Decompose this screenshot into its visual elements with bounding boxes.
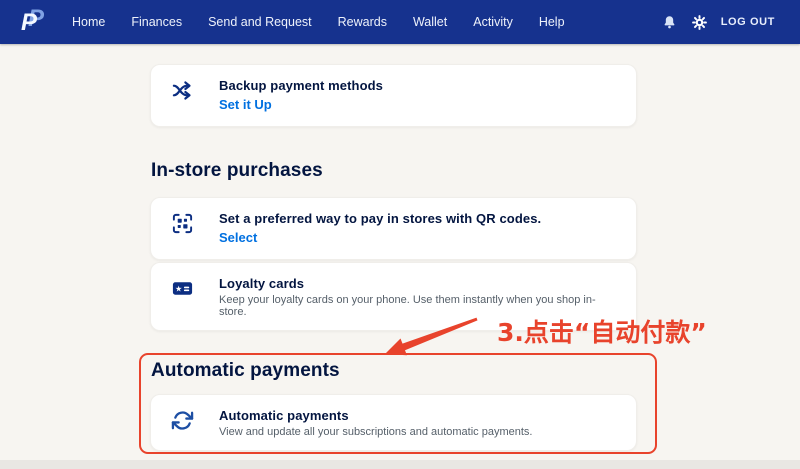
svg-text:★: ★ xyxy=(175,284,182,294)
top-navbar: P P Home Finances Send and Request Rewar… xyxy=(0,0,800,44)
section-heading-in-store-purchases: In-store purchases xyxy=(151,160,323,182)
nav-item-help[interactable]: Help xyxy=(539,15,565,29)
select-link[interactable]: Select xyxy=(219,230,257,245)
nav-item-activity[interactable]: Activity xyxy=(473,15,513,29)
card-subtitle: View and update all your subscriptions a… xyxy=(219,426,532,438)
annotation-step-text: 3.点击“自动付款” xyxy=(497,313,707,349)
logout-button[interactable]: LOG OUT xyxy=(721,16,775,28)
section-heading-automatic-payments: Automatic payments xyxy=(151,360,340,382)
loyalty-card-icon: ★ xyxy=(171,277,194,300)
card-text: Loyalty cards Keep your loyalty cards on… xyxy=(219,276,616,318)
nav-item-wallet[interactable]: Wallet xyxy=(413,15,447,29)
card-title: Loyalty cards xyxy=(219,276,616,291)
automatic-payments-card[interactable]: Automatic payments View and update all y… xyxy=(150,394,637,451)
nav-item-rewards[interactable]: Rewards xyxy=(338,15,387,29)
backup-payment-methods-card[interactable]: Backup payment methods Set it Up xyxy=(150,64,637,127)
shuffle-icon xyxy=(171,79,194,102)
qr-scan-icon xyxy=(171,212,194,235)
card-text: Automatic payments View and update all y… xyxy=(219,408,532,438)
card-title: Automatic payments xyxy=(219,408,532,423)
gear-icon[interactable] xyxy=(691,14,708,31)
qr-codes-pay-card[interactable]: Set a preferred way to pay in stores wit… xyxy=(150,197,637,260)
nav-item-home[interactable]: Home xyxy=(72,15,105,29)
sync-refresh-icon xyxy=(171,409,194,432)
navbar-right-controls: LOG OUT xyxy=(661,14,800,31)
card-text: Backup payment methods Set it Up xyxy=(219,78,383,114)
set-it-up-link[interactable]: Set it Up xyxy=(219,97,272,112)
paypal-logo-front-p: P xyxy=(21,11,37,35)
page-section-divider xyxy=(0,460,800,469)
nav-item-send-and-request[interactable]: Send and Request xyxy=(208,15,312,29)
card-title: Backup payment methods xyxy=(219,78,383,93)
paypal-logo[interactable]: P P xyxy=(20,6,50,38)
paypal-settings-page: P P Home Finances Send and Request Rewar… xyxy=(0,0,800,469)
bell-icon[interactable] xyxy=(661,14,678,31)
card-title: Set a preferred way to pay in stores wit… xyxy=(219,211,541,226)
nav-item-finances[interactable]: Finances xyxy=(131,15,182,29)
card-text: Set a preferred way to pay in stores wit… xyxy=(219,211,541,247)
main-nav: Home Finances Send and Request Rewards W… xyxy=(72,15,565,29)
